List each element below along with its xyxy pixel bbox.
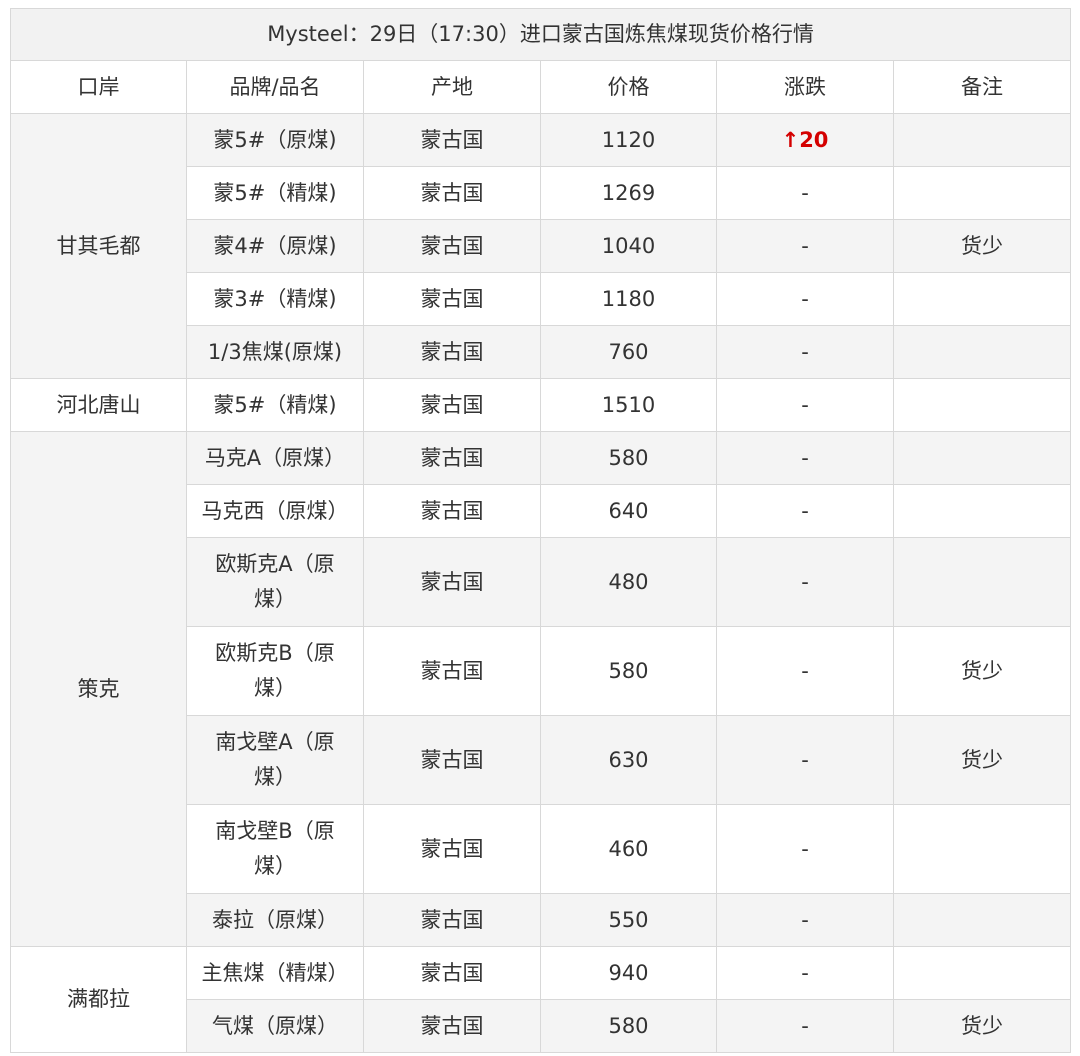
- remark-cell: [892, 537, 1072, 627]
- port-cell: 满都拉: [10, 946, 187, 1053]
- origin-cell: 蒙古国: [363, 272, 541, 326]
- remark-cell: [892, 166, 1072, 220]
- table-row: 河北唐山 蒙5#（精煤) 蒙古国 1510 -: [10, 378, 1072, 432]
- change-cell: -: [716, 715, 894, 805]
- change-cell: -: [716, 999, 894, 1053]
- origin-cell: 蒙古国: [363, 946, 541, 1000]
- table-row: 策克 马克A（原煤） 蒙古国 580 -: [10, 431, 1072, 947]
- price-cell: 760: [540, 325, 717, 379]
- header-price: 价格: [540, 60, 717, 114]
- remark-cell: [892, 325, 1072, 379]
- brand-cell: 蒙5#（精煤): [186, 166, 364, 220]
- remark-cell: [892, 431, 1072, 485]
- brand-cell: 欧斯克B（原煤）: [186, 626, 364, 716]
- brand-cell: 马克西（原煤）: [186, 484, 364, 538]
- brand-cell: 主焦煤（精煤）: [186, 946, 364, 1000]
- brand-cell: 气煤（原煤）: [186, 999, 364, 1053]
- brand-cell: 泰拉（原煤）: [186, 893, 364, 947]
- remark-cell: 货少: [892, 219, 1072, 273]
- origin-cell: 蒙古国: [363, 537, 541, 627]
- change-cell: -: [716, 219, 894, 273]
- price-cell: 480: [540, 537, 717, 627]
- brand-cell: 南戈壁B（原煤）: [186, 804, 364, 894]
- header-brand: 品牌/品名: [186, 60, 364, 114]
- change-cell: -: [716, 626, 894, 716]
- brand-cell: 1/3焦煤(原煤): [186, 325, 364, 379]
- price-table: Mysteel：29日（17:30）进口蒙古国炼焦煤现货价格行情 口岸 品牌/品…: [9, 8, 1072, 1053]
- port-cell: 河北唐山: [10, 378, 187, 432]
- change-cell: -: [716, 893, 894, 947]
- remark-cell: [892, 946, 1072, 1000]
- change-cell: -: [716, 537, 894, 627]
- remark-cell: [892, 113, 1072, 167]
- change-cell: -: [716, 484, 894, 538]
- price-cell: 460: [540, 804, 717, 894]
- remark-cell: [892, 804, 1072, 894]
- header-origin: 产地: [363, 60, 541, 114]
- origin-cell: 蒙古国: [363, 219, 541, 273]
- change-cell: -: [716, 325, 894, 379]
- brand-cell: 蒙5#（原煤): [186, 113, 364, 167]
- table-title: Mysteel：29日（17:30）进口蒙古国炼焦煤现货价格行情: [9, 8, 1072, 61]
- origin-cell: 蒙古国: [363, 999, 541, 1053]
- brand-cell: 马克A（原煤）: [186, 431, 364, 485]
- origin-cell: 蒙古国: [363, 378, 541, 432]
- origin-cell: 蒙古国: [363, 893, 541, 947]
- price-cell: 1040: [540, 219, 717, 273]
- remark-cell: 货少: [892, 999, 1072, 1053]
- remark-cell: [892, 893, 1072, 947]
- change-value: 20: [799, 127, 829, 152]
- origin-cell: 蒙古国: [363, 715, 541, 805]
- origin-cell: 蒙古国: [363, 804, 541, 894]
- origin-cell: 蒙古国: [363, 325, 541, 379]
- origin-cell: 蒙古国: [363, 626, 541, 716]
- change-cell: -: [716, 431, 894, 485]
- header-remark: 备注: [892, 60, 1072, 114]
- port-cell: 策克: [10, 431, 187, 947]
- table-row: 甘其毛都 蒙5#（原煤) 蒙古国 1120 ↑20: [10, 113, 1072, 379]
- origin-cell: 蒙古国: [363, 113, 541, 167]
- up-arrow-icon: ↑: [781, 127, 800, 152]
- brand-cell: 欧斯克A（原煤）: [186, 537, 364, 627]
- origin-cell: 蒙古国: [363, 431, 541, 485]
- origin-cell: 蒙古国: [363, 484, 541, 538]
- remark-cell: [892, 272, 1072, 326]
- price-cell: 640: [540, 484, 717, 538]
- brand-cell: 南戈壁A（原煤）: [186, 715, 364, 805]
- price-cell: 580: [540, 431, 717, 485]
- origin-cell: 蒙古国: [363, 166, 541, 220]
- remark-cell: 货少: [892, 715, 1072, 805]
- change-cell: -: [716, 378, 894, 432]
- remark-cell: [892, 484, 1072, 538]
- price-cell: 630: [540, 715, 717, 805]
- remark-cell: 货少: [892, 626, 1072, 716]
- header-port: 口岸: [10, 60, 187, 114]
- brand-cell: 蒙5#（精煤): [186, 378, 364, 432]
- remark-cell: [892, 378, 1072, 432]
- change-cell: -: [716, 166, 894, 220]
- price-cell: 580: [540, 999, 717, 1053]
- price-cell: 1510: [540, 378, 717, 432]
- port-cell: 甘其毛都: [10, 113, 187, 379]
- price-cell: 1269: [540, 166, 717, 220]
- change-cell: -: [716, 804, 894, 894]
- change-cell: ↑20: [716, 113, 894, 167]
- change-cell: -: [716, 946, 894, 1000]
- price-cell: 1120: [540, 113, 717, 167]
- price-cell: 550: [540, 893, 717, 947]
- header-change: 涨跌: [716, 60, 894, 114]
- brand-cell: 蒙3#（精煤): [186, 272, 364, 326]
- price-cell: 580: [540, 626, 717, 716]
- price-cell: 1180: [540, 272, 717, 326]
- brand-cell: 蒙4#（原煤): [186, 219, 364, 273]
- price-cell: 940: [540, 946, 717, 1000]
- table-row: 满都拉 主焦煤（精煤） 蒙古国 940 -: [10, 946, 1072, 1053]
- change-cell: -: [716, 272, 894, 326]
